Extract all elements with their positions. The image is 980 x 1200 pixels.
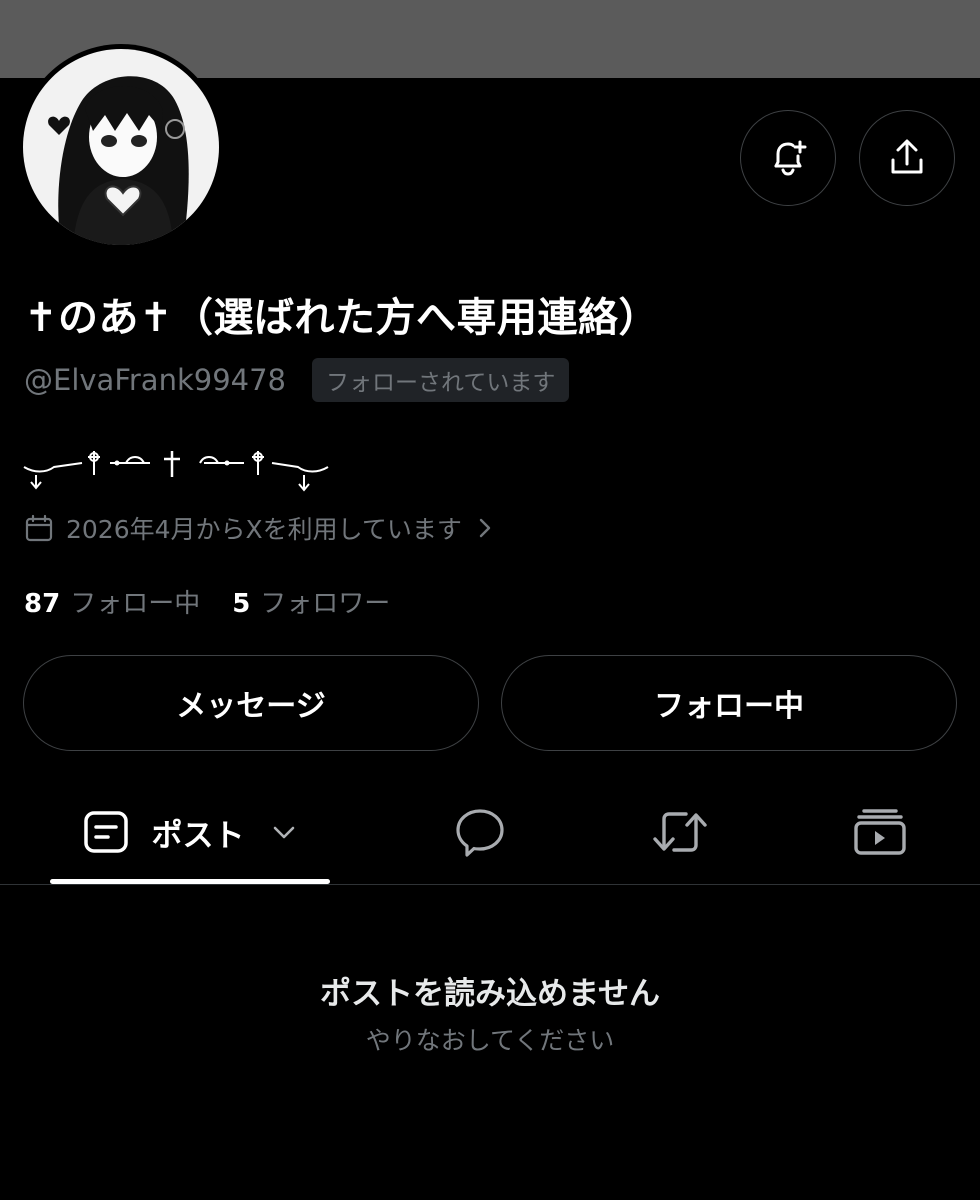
empty-state-subtitle: やりなおしてください bbox=[365, 1026, 615, 1055]
notify-button[interactable] bbox=[740, 110, 836, 206]
following-button[interactable]: フォロー中 bbox=[501, 655, 957, 751]
calendar-icon bbox=[25, 514, 53, 542]
join-date-text: 2026年4月からXを利用しています bbox=[66, 515, 462, 544]
repost-icon bbox=[653, 812, 707, 852]
empty-state: ポストを読み込めません やりなおしてください bbox=[0, 968, 980, 1057]
message-button[interactable]: メッセージ bbox=[23, 655, 479, 751]
tab-replies[interactable] bbox=[440, 780, 520, 884]
speech-bubble-icon bbox=[456, 809, 504, 857]
tab-reposts[interactable] bbox=[640, 780, 720, 884]
share-button[interactable] bbox=[859, 110, 955, 206]
media-icon bbox=[854, 809, 906, 855]
avatar[interactable] bbox=[18, 44, 224, 250]
display-name: ✝のあ✝（選ばれた方へ専用連絡） bbox=[24, 295, 660, 341]
chevron-right-icon bbox=[479, 518, 491, 538]
followers-label: フォロワー bbox=[260, 589, 391, 619]
tab-posts-label: ポスト bbox=[151, 817, 245, 854]
bio-ornament bbox=[22, 445, 332, 505]
following-stat[interactable]: 87 フォロー中 bbox=[24, 583, 200, 620]
follows-you-badge: フォローされています bbox=[312, 358, 570, 402]
join-date-row[interactable]: 2026年4月からXを利用しています bbox=[24, 510, 496, 546]
empty-state-title: ポストを読み込めません bbox=[319, 976, 661, 1012]
following-count: 87 bbox=[24, 589, 61, 619]
follow-stats: 87 フォロー中 5 フォロワー bbox=[24, 583, 390, 620]
tab-posts[interactable]: ポスト bbox=[50, 780, 330, 884]
followers-count: 5 bbox=[232, 589, 251, 619]
following-label: フォロー中 bbox=[70, 589, 201, 619]
user-handle: @ElvaFrank99478 bbox=[24, 363, 287, 397]
tab-media[interactable] bbox=[840, 780, 920, 884]
profile-tabs: ポスト bbox=[0, 780, 980, 885]
profile-page: ✝のあ✝（選ばれた方へ専用連絡） @ElvaFrank99478 フォローされて… bbox=[0, 0, 980, 1200]
handle-row: @ElvaFrank99478 フォローされています bbox=[24, 358, 570, 402]
share-icon bbox=[891, 139, 923, 174]
posts-icon bbox=[83, 811, 128, 853]
ornament-decoration bbox=[23, 451, 329, 492]
active-tab-indicator bbox=[50, 879, 330, 884]
avatar-image bbox=[23, 49, 219, 245]
chevron-down-icon[interactable] bbox=[269, 817, 299, 847]
bell-plus-icon bbox=[774, 140, 807, 176]
followers-stat[interactable]: 5 フォロワー bbox=[232, 583, 390, 620]
